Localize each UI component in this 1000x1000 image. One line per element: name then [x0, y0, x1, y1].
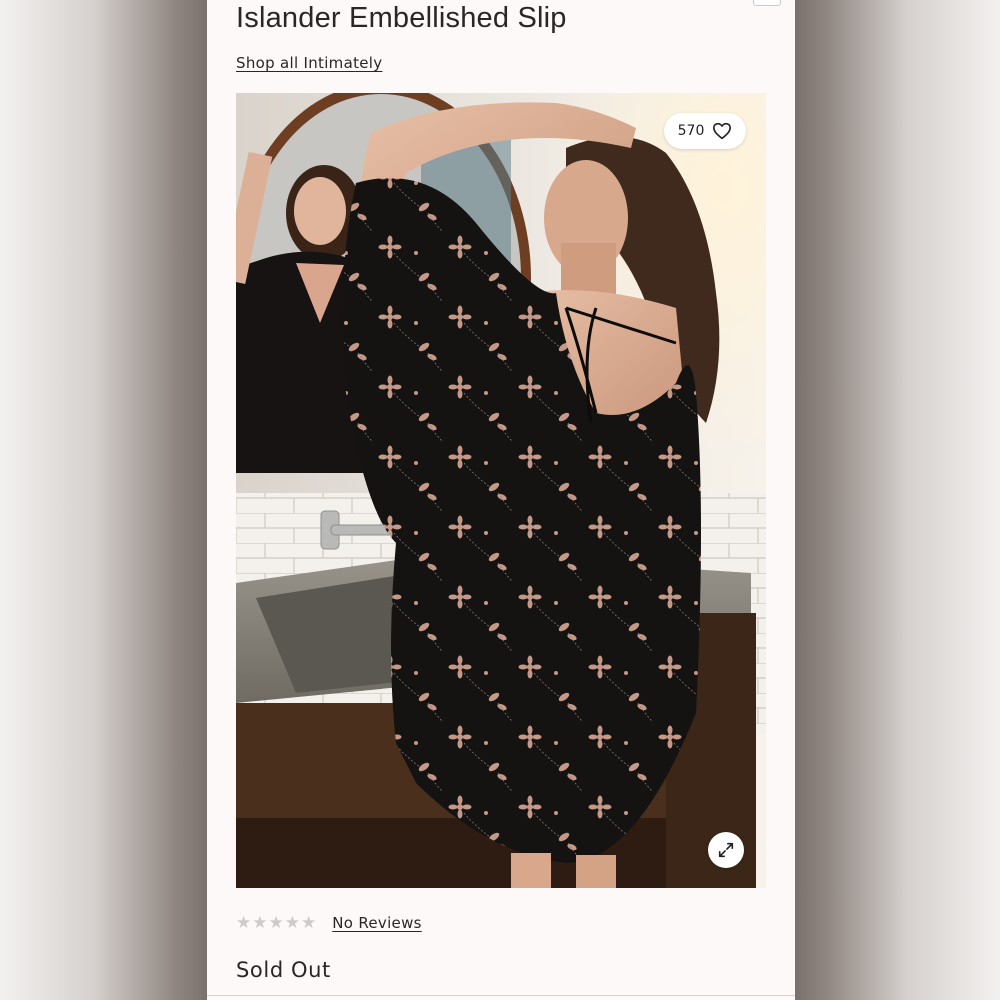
- product-photo[interactable]: 570: [236, 93, 766, 888]
- star-icon: ★: [284, 912, 300, 933]
- top-edge-control: [753, 0, 781, 6]
- star-icon: ★: [236, 912, 252, 933]
- like-count: 570: [677, 123, 705, 139]
- heart-icon: [712, 122, 732, 140]
- star-icon: ★: [301, 912, 317, 933]
- rating-row: ★ ★ ★ ★ ★ No Reviews: [236, 914, 422, 932]
- star-icon: ★: [252, 912, 268, 933]
- backdrop-left: [0, 0, 207, 1000]
- star-icon: ★: [268, 912, 284, 933]
- like-button[interactable]: 570: [664, 113, 746, 149]
- expand-arrows-icon: [717, 841, 735, 859]
- reviews-link[interactable]: No Reviews: [332, 914, 422, 932]
- product-title: Islander Embellished Slip: [236, 2, 567, 34]
- backdrop-right: [795, 0, 1000, 1000]
- shop-all-link[interactable]: Shop all Intimately: [236, 54, 382, 72]
- expand-image-button[interactable]: [708, 832, 744, 868]
- product-card: Islander Embellished Slip Shop all Intim…: [207, 0, 795, 1000]
- product-photo-illustration: [236, 93, 766, 888]
- availability-status: Sold Out: [236, 958, 331, 982]
- star-rating: ★ ★ ★ ★ ★: [236, 912, 317, 933]
- divider: [207, 995, 795, 996]
